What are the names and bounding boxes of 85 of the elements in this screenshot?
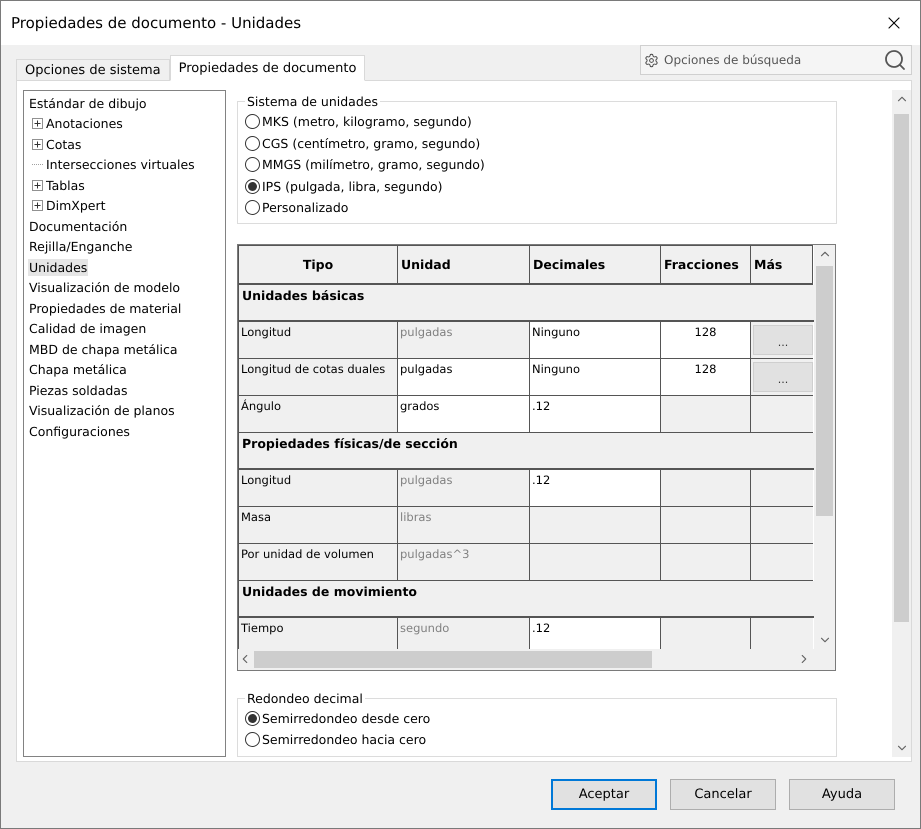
plus-icon[interactable] bbox=[32, 138, 43, 150]
tree-item[interactable]: MBD de chapa metálica bbox=[28, 340, 178, 358]
table-cell[interactable]: Ninguno bbox=[530, 358, 661, 396]
table-cell: pulgadas bbox=[398, 322, 530, 358]
tree-item[interactable]: Estándar de dibujo bbox=[28, 94, 148, 112]
more-button[interactable]: ... bbox=[753, 362, 813, 392]
radio-button[interactable] bbox=[245, 732, 260, 748]
column-header: Decimales bbox=[530, 244, 661, 284]
radio-button[interactable] bbox=[245, 136, 260, 151]
table-cell[interactable]: .12 bbox=[530, 618, 661, 648]
table-cell[interactable]: pulgadas bbox=[398, 358, 530, 396]
table-cell bbox=[751, 470, 813, 506]
table-cell: Longitud de cotas duales bbox=[238, 358, 398, 396]
radio-label: Personalizado bbox=[262, 200, 348, 216]
plus-icon[interactable] bbox=[32, 200, 43, 212]
section-header: Propiedades físicas/de sección bbox=[238, 432, 814, 470]
table-cell bbox=[751, 618, 813, 648]
group-title: Sistema de unidades bbox=[246, 94, 379, 109]
table-cell[interactable]: Ninguno bbox=[530, 322, 661, 358]
column-header: Unidad bbox=[398, 244, 530, 284]
dialog-button[interactable]: Aceptar bbox=[551, 778, 657, 810]
scrollbar[interactable] bbox=[814, 244, 835, 648]
tree-item[interactable]: Anotaciones bbox=[45, 115, 124, 132]
horizontal-scrollbar[interactable] bbox=[238, 648, 835, 670]
scrollbar[interactable] bbox=[892, 90, 911, 757]
table-cell[interactable]: .12 bbox=[530, 396, 661, 432]
dialog-button[interactable]: Ayuda bbox=[789, 778, 895, 810]
radio-label: IPS (pulgada, libra, segundo) bbox=[262, 178, 443, 194]
radio-label: Semirredondeo hacia cero bbox=[262, 732, 426, 748]
table-cell: libras bbox=[398, 506, 530, 544]
dialog-button[interactable]: Cancelar bbox=[670, 778, 776, 810]
radio-button[interactable] bbox=[245, 114, 260, 130]
table-cell: Longitud bbox=[238, 322, 398, 358]
tree-item[interactable]: Tablas bbox=[45, 176, 86, 194]
table-cell bbox=[751, 544, 813, 580]
radio-button[interactable] bbox=[245, 710, 260, 726]
column-header: Tipo bbox=[238, 244, 398, 284]
section-header: Unidades básicas bbox=[238, 284, 814, 322]
column-header: Más bbox=[751, 244, 813, 284]
table-cell: Por unidad de volumen bbox=[238, 544, 398, 580]
tab[interactable]: Opciones de sistema bbox=[16, 59, 170, 81]
tree-item[interactable]: Configuraciones bbox=[28, 422, 131, 440]
more-button[interactable]: ... bbox=[753, 324, 813, 354]
table-cell[interactable]: 128 bbox=[661, 358, 751, 396]
tree-item[interactable]: Intersecciones virtuales bbox=[45, 156, 196, 174]
radio-label: Semirredondeo desde cero bbox=[262, 710, 430, 726]
column-header: Fracciones bbox=[661, 244, 751, 284]
tree-item[interactable]: Documentación bbox=[28, 218, 128, 235]
plus-icon[interactable] bbox=[32, 180, 43, 191]
tree-item[interactable]: Visualización de planos bbox=[28, 402, 176, 420]
radio-button[interactable] bbox=[245, 200, 260, 216]
radio-label: MKS (metro, kilogramo, segundo) bbox=[262, 114, 472, 130]
search-field[interactable]: Opciones de búsqueda bbox=[662, 52, 880, 68]
plus-icon[interactable] bbox=[32, 118, 43, 130]
table-cell: Ángulo bbox=[238, 396, 398, 432]
table-cell: Longitud bbox=[238, 470, 398, 506]
tree-item[interactable]: Cotas bbox=[45, 136, 82, 153]
tree-item[interactable]: Propiedades de material bbox=[28, 300, 182, 317]
table-cell[interactable]: .12 bbox=[530, 470, 661, 506]
table-cell: pulgadas bbox=[398, 470, 530, 506]
table-cell: Masa bbox=[238, 506, 398, 544]
tab[interactable]: Propiedades de documento bbox=[170, 55, 366, 81]
tree-item[interactable]: DimXpert bbox=[45, 197, 107, 214]
search-icon[interactable] bbox=[883, 48, 907, 72]
tree-item[interactable]: Rejilla/Enganche bbox=[28, 238, 134, 256]
tree-item[interactable]: Piezas soldadas bbox=[28, 382, 128, 399]
tree-item[interactable]: Chapa metálica bbox=[28, 361, 128, 378]
radio-label: MMGS (milímetro, gramo, segundo) bbox=[262, 157, 485, 172]
group-title: Redondeo decimal bbox=[246, 692, 364, 706]
window-title: Propiedades de documento - Unidades bbox=[11, 14, 302, 32]
radio-button[interactable] bbox=[245, 178, 260, 194]
table-cell: segundo bbox=[398, 618, 530, 648]
search-box[interactable]: Opciones de búsqueda bbox=[640, 45, 912, 75]
radio-button[interactable] bbox=[245, 157, 260, 172]
table-cell: Tiempo bbox=[238, 618, 398, 648]
table-cell[interactable]: 128 bbox=[661, 322, 751, 358]
settings-icon bbox=[644, 52, 659, 68]
section-header: Unidades de movimiento bbox=[238, 580, 814, 618]
tree-item[interactable]: Visualización de modelo bbox=[28, 279, 182, 296]
tree-item[interactable]: Unidades bbox=[28, 258, 88, 276]
table-cell[interactable]: grados bbox=[398, 396, 530, 432]
tree-item[interactable]: Calidad de imagen bbox=[28, 320, 148, 338]
table-cell: pulgadas^3 bbox=[398, 544, 530, 580]
table-cell bbox=[751, 506, 813, 544]
radio-label: CGS (centímetro, gramo, segundo) bbox=[262, 136, 480, 151]
